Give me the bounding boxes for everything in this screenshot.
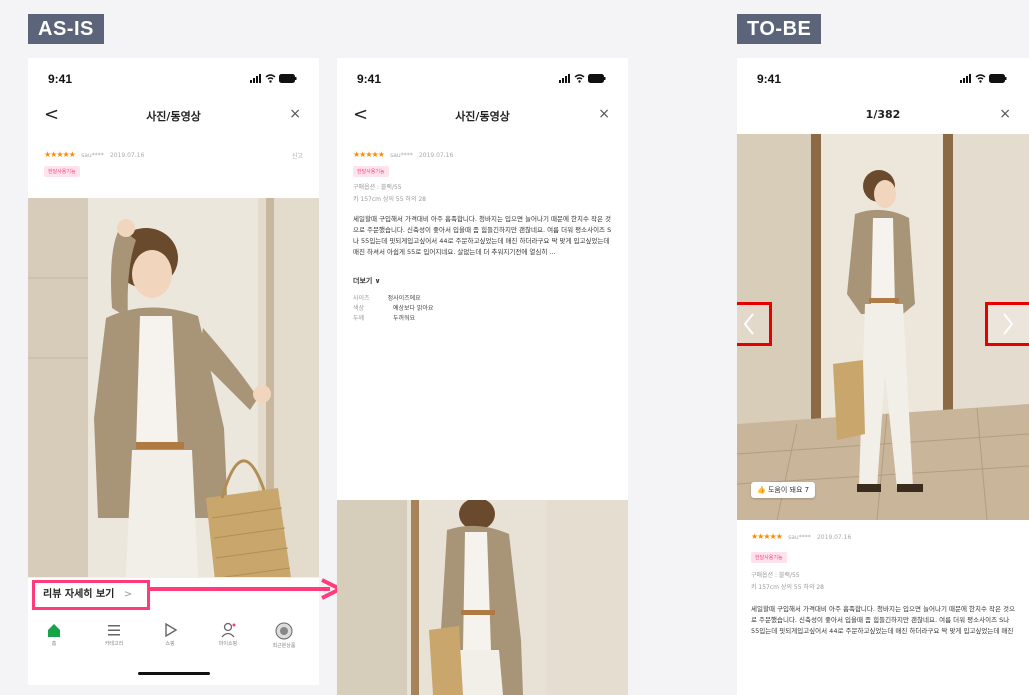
signal-icon	[559, 74, 570, 83]
star-rating: ★★★★★	[751, 532, 783, 541]
nav-bar: 1/382 ×	[737, 96, 1029, 136]
wifi-icon	[265, 74, 276, 83]
status-bar: 9:41	[28, 58, 319, 96]
status-bar: 9:41	[337, 58, 628, 96]
review-detail-label: 리뷰 자세히 보기	[43, 589, 115, 600]
review-body: 세일할때 구입해서 가격대비 아주 흡족합니다. 청바지는 입으면 늘어나기 때…	[353, 214, 615, 258]
usage-badge: 한달사용기능	[44, 166, 80, 177]
signal-icon	[250, 74, 261, 83]
photo-counter: 1/382	[865, 108, 901, 121]
close-button[interactable]: ×	[999, 106, 1011, 122]
star-rating: ★★★★★	[44, 150, 76, 159]
battery-icon	[989, 74, 1007, 83]
thumbs-up-icon: 👍	[757, 486, 766, 494]
tab-myshop-label: 마이쇼핑	[218, 641, 238, 647]
asis-screen-review-detail: 9:41 < 사진/동영상 × ★★★★★ sau**** 2019.07.16…	[337, 58, 628, 695]
attr-value: 정사이즈에요	[387, 295, 421, 302]
purchase-option: 구매옵션 : 블랙/55	[751, 572, 800, 579]
user-icon	[221, 622, 236, 638]
status-time: 9:41	[357, 72, 382, 86]
review-detail-link[interactable]: 리뷰 자세히 보기 >	[32, 580, 150, 610]
review-photo[interactable]	[337, 500, 628, 695]
attr-value: 두꺼워요	[393, 315, 416, 322]
body-size-info: 키 157cm 상의 55 하의 28	[353, 196, 427, 203]
battery-icon	[279, 74, 297, 83]
review-date: 2019.07.16	[816, 534, 852, 541]
review-user: sau****	[788, 534, 811, 541]
body-size-info: 키 157cm 상의 55 하의 28	[751, 584, 825, 591]
close-button[interactable]: ×	[289, 106, 301, 122]
tobe-screen-photo-viewer: 9:41 1/382 × 👍 도움이 돼요 7 ★★★★★ sau**** 20…	[737, 58, 1029, 695]
star-rating: ★★★★★	[353, 150, 385, 159]
next-photo-button[interactable]	[985, 302, 1029, 346]
woman-photo-illustration	[28, 198, 319, 616]
status-bar: 9:41	[737, 58, 1029, 96]
status-time: 9:41	[48, 72, 73, 86]
attr-key: 색상	[353, 305, 365, 312]
battery-icon	[588, 74, 606, 83]
tab-category-label: 카테고리	[104, 641, 124, 647]
play-icon	[165, 622, 178, 638]
review-user: sau****	[390, 152, 413, 159]
review-text: 세일할때 구입해서 가격대비 아주 흡족합니다. 청바지는 입으면 늘어나기 때…	[751, 605, 1015, 635]
nav-bar: < 사진/동영상 ×	[337, 96, 628, 136]
review-meta: ★★★★★ sau**** 2019.07.16 신고	[44, 150, 303, 160]
wifi-icon	[975, 74, 986, 83]
review-meta: ★★★★★ sau**** 2019.07.16	[751, 532, 851, 541]
status-time: 9:41	[757, 72, 782, 86]
page-title: 사진/동영상	[455, 110, 510, 123]
wifi-icon	[574, 74, 585, 83]
more-button[interactable]: 더보기 ∨	[353, 276, 380, 286]
chevron-right-icon	[1003, 313, 1014, 335]
report-button[interactable]: 신고	[292, 151, 303, 160]
tab-home[interactable]: 홈	[34, 622, 74, 647]
chevron-left-icon	[743, 313, 754, 335]
close-button[interactable]: ×	[598, 106, 610, 122]
prev-photo-button[interactable]	[737, 302, 772, 346]
recent-product-thumbnail-icon	[275, 622, 293, 640]
usage-badge: 한달사용기능	[751, 552, 787, 563]
review-user: sau****	[81, 152, 104, 159]
home-indicator	[137, 672, 210, 675]
as-is-label: AS-IS	[28, 14, 104, 44]
chevron-right-icon: >	[123, 589, 133, 600]
tab-recent[interactable]: 최근본상품	[264, 622, 304, 649]
to-be-label: TO-BE	[737, 14, 822, 44]
woman-photo-illustration	[337, 500, 628, 695]
tab-myshop[interactable]: 마이쇼핑	[208, 622, 248, 647]
nav-bar: < 사진/동영상 ×	[28, 96, 319, 136]
tab-recent-label: 최근본상품	[272, 643, 296, 649]
review-date: 2019.07.16	[109, 152, 145, 159]
purchase-option: 구매옵션 : 블랙/55	[353, 184, 402, 191]
menu-icon	[108, 625, 120, 636]
tab-shopping[interactable]: 쇼핑	[150, 622, 190, 647]
review-date: 2019.07.16	[418, 152, 454, 159]
attr-key: 두께	[353, 315, 365, 322]
review-meta: ★★★★★ sau**** 2019.07.16	[353, 150, 612, 159]
tab-shopping-label: 쇼핑	[165, 641, 175, 647]
usage-badge: 한달사용기능	[353, 166, 389, 177]
review-body: 세일할때 구입해서 가격대비 아주 흡족합니다. 청바지는 입으면 늘어나기 때…	[751, 604, 1017, 637]
helpful-label: 도움이 돼요 7	[767, 486, 810, 494]
review-photo[interactable]	[28, 198, 319, 616]
home-icon	[48, 624, 60, 637]
tab-home-label: 홈	[51, 641, 57, 647]
flow-arrow-icon	[148, 578, 344, 600]
attr-value: 예상보다 밝아요	[393, 305, 434, 312]
tab-category[interactable]: 카테고리	[94, 622, 134, 647]
helpful-button[interactable]: 👍 도움이 돼요 7	[751, 482, 816, 498]
attribute-list: 사이즈 정사이즈에요 색상 예상보다 밝아요 두께 두꺼워요	[353, 294, 434, 324]
review-text: 세일할때 구입해서 가격대비 아주 흡족합니다. 청바지는 입으면 늘어나기 때…	[353, 215, 612, 256]
page-title: 사진/동영상	[146, 110, 201, 123]
attr-key: 사이즈	[353, 295, 370, 302]
signal-icon	[960, 74, 971, 83]
